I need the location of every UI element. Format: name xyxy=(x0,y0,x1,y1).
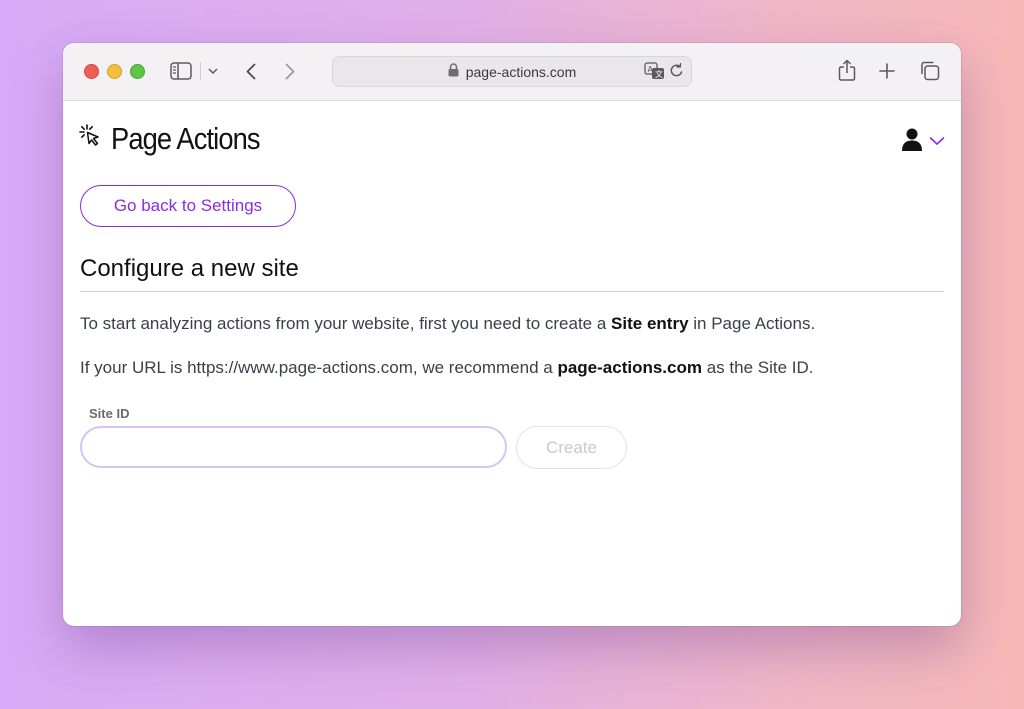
toolbar-divider xyxy=(200,62,201,80)
address-bar[interactable]: page-actions.com A文 xyxy=(332,56,692,87)
intro-paragraph-1: To start analyzing actions from your web… xyxy=(80,314,944,334)
close-window-button[interactable] xyxy=(84,64,99,79)
back-icon[interactable] xyxy=(241,60,261,82)
recommended-site-id: page-actions.com xyxy=(557,358,702,377)
share-icon[interactable] xyxy=(837,58,857,82)
tabs-overview-icon[interactable] xyxy=(919,60,941,82)
app-name: Page Actions xyxy=(111,121,261,156)
sidebar-icon[interactable] xyxy=(169,60,193,82)
new-tab-icon[interactable] xyxy=(877,61,897,81)
divider xyxy=(80,291,944,292)
forward-icon[interactable] xyxy=(280,60,300,82)
zoom-window-button[interactable] xyxy=(130,64,145,79)
cursor-click-icon xyxy=(79,123,101,155)
lock-icon xyxy=(448,63,459,80)
create-button[interactable]: Create xyxy=(516,426,627,469)
svg-text:文: 文 xyxy=(655,69,663,79)
reload-icon[interactable] xyxy=(669,63,684,79)
chevron-down-icon[interactable] xyxy=(206,65,220,77)
intro-text: If your URL is https://www.page-actions.… xyxy=(80,358,558,377)
url-text: page-actions.com xyxy=(465,63,577,80)
browser-window: page-actions.com A文 Page Actions Go back… xyxy=(63,43,961,626)
intro-text: as the Site ID. xyxy=(702,358,814,377)
intro-paragraph-2: If your URL is https://www.page-actions.… xyxy=(80,358,944,378)
minimize-window-button[interactable] xyxy=(107,64,122,79)
intro-text: in Page Actions. xyxy=(688,314,816,333)
chevron-down-icon xyxy=(929,133,945,151)
site-entry-emphasis: Site entry xyxy=(611,314,689,333)
intro-text: To start analyzing actions from your web… xyxy=(80,314,612,333)
user-icon xyxy=(901,127,923,157)
translate-icon[interactable]: A文 xyxy=(644,62,666,80)
go-back-to-settings-button[interactable]: Go back to Settings xyxy=(80,185,296,227)
browser-toolbar: page-actions.com A文 xyxy=(63,43,961,101)
page-title: Configure a new site xyxy=(80,255,299,282)
page-content: Page Actions Go back to Settings Configu… xyxy=(63,101,961,626)
site-id-label: Site ID xyxy=(89,406,130,421)
brand[interactable]: Page Actions xyxy=(79,121,280,157)
site-id-input[interactable] xyxy=(80,426,507,468)
user-menu[interactable] xyxy=(901,127,945,157)
svg-text:A: A xyxy=(648,65,654,74)
